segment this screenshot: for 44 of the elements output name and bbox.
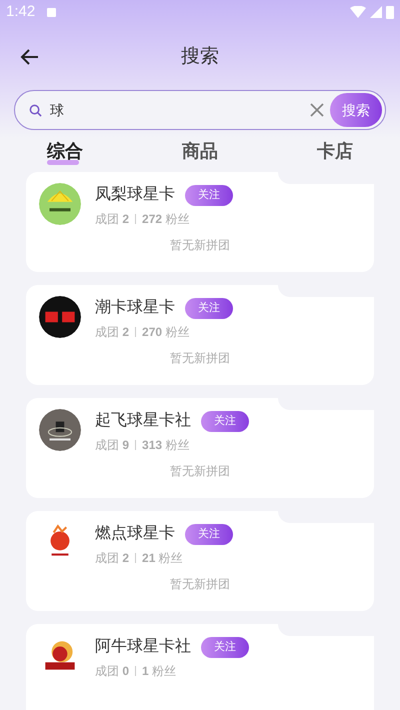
- shop-card[interactable]: 起飞球星卡社 关注 成团 9 313 粉丝 暂无新拼团: [26, 398, 374, 498]
- search-field[interactable]: 球 搜索: [14, 90, 386, 130]
- back-icon[interactable]: [20, 47, 40, 67]
- shop-name: 燃点球星卡: [95, 524, 175, 544]
- empty-note: 暂无新拼团: [170, 237, 230, 254]
- shop-name: 凤梨球星卡: [95, 184, 175, 205]
- fan-count: 313 粉丝: [142, 437, 190, 454]
- status-time: 1:42: [6, 2, 36, 22]
- wifi-icon: [350, 6, 366, 18]
- follow-button[interactable]: 关注: [185, 524, 233, 544]
- shop-card[interactable]: 潮卡球星卡 关注 成团 2 270 粉丝 暂无新拼团: [26, 285, 374, 385]
- page-title: 搜索: [181, 44, 219, 69]
- search-icon: [29, 104, 42, 116]
- group-count: 成团 2: [95, 550, 130, 567]
- shop-card[interactable]: 凤梨球星卡 关注 成团 2 272 粉丝 暂无新拼团: [26, 172, 374, 272]
- empty-note: 暂无新拼团: [170, 350, 230, 367]
- fan-count: 21 粉丝: [142, 550, 183, 567]
- tab[interactable]: 综合: [47, 138, 83, 165]
- tab[interactable]: 商品: [182, 138, 218, 165]
- shop-name: 起飞球星卡社: [95, 410, 191, 431]
- empty-note: 暂无新拼团: [170, 576, 230, 593]
- follow-button[interactable]: 关注: [185, 298, 233, 318]
- follow-button[interactable]: 关注: [201, 636, 249, 658]
- battery-icon: [386, 5, 394, 19]
- shop-name: 阿牛球星卡社: [95, 636, 191, 657]
- follow-button[interactable]: 关注: [185, 184, 233, 206]
- fan-count: 270 粉丝: [142, 324, 190, 341]
- empty-note: 暂无新拼团: [170, 463, 230, 480]
- group-count: 成团 2: [95, 324, 130, 341]
- group-count: 成团 9: [95, 437, 130, 454]
- search-value: 球: [50, 100, 65, 120]
- fan-count: 272 粉丝: [142, 211, 190, 228]
- tab[interactable]: 卡店: [317, 138, 353, 165]
- shop-card[interactable]: 燃点球星卡 关注 成团 2 21 粉丝 暂无新拼团: [26, 511, 374, 611]
- group-count: 成团 2: [95, 211, 130, 228]
- shop-card[interactable]: 阿牛球星卡社 关注 成团 0 1 粉丝: [26, 624, 374, 710]
- shop-name: 潮卡球星卡: [95, 298, 175, 318]
- follow-button[interactable]: 关注: [201, 410, 249, 432]
- notification-icon: [47, 8, 56, 16]
- signal-icon: [370, 6, 382, 18]
- search-button[interactable]: 搜索: [330, 93, 382, 127]
- fan-count: 1 粉丝: [142, 663, 176, 680]
- group-count: 成团 0: [95, 663, 130, 680]
- clear-icon[interactable]: [310, 103, 324, 117]
